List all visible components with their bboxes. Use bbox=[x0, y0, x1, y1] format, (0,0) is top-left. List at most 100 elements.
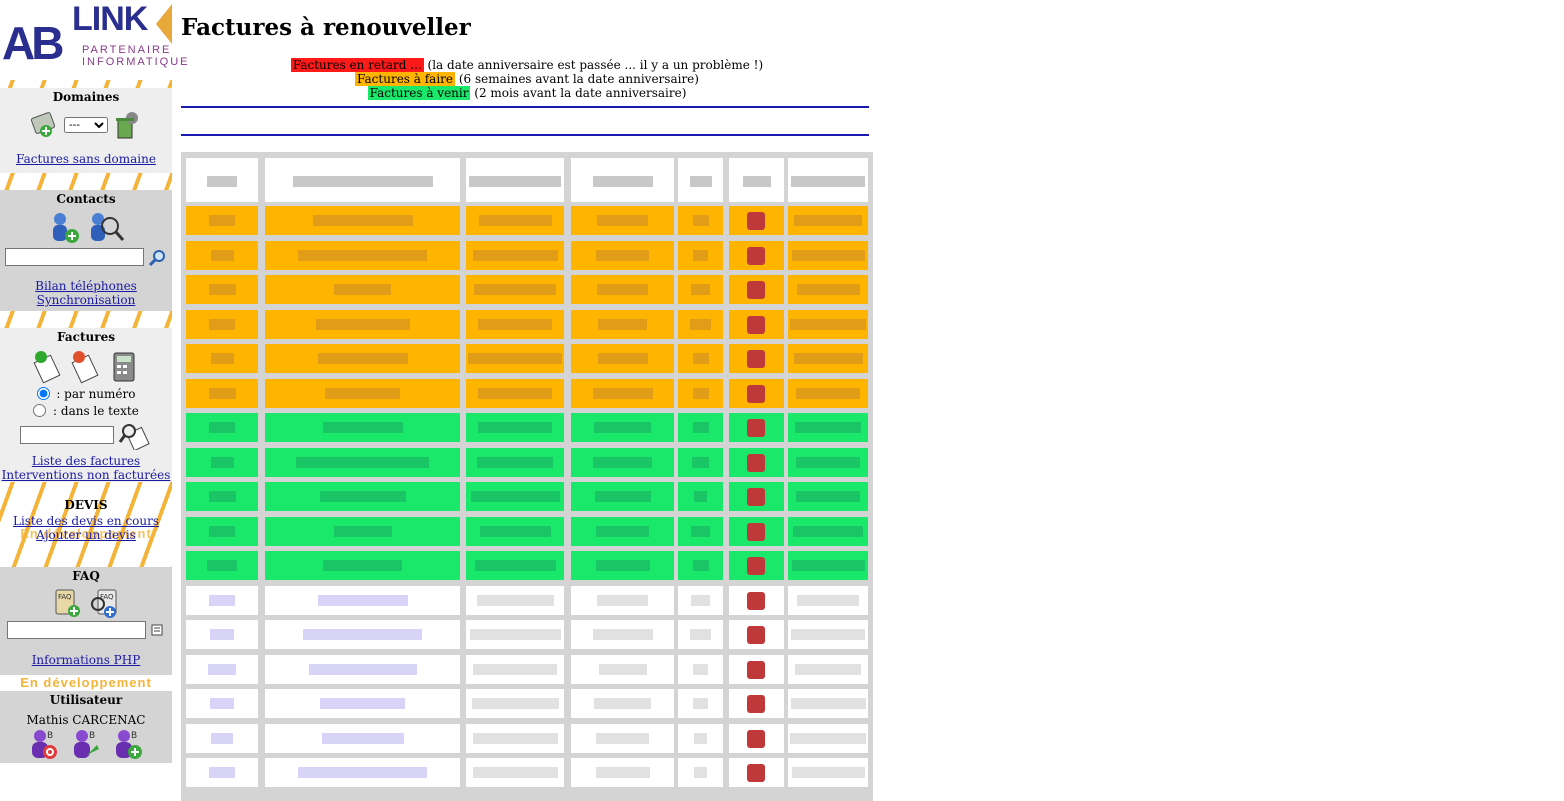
table-row[interactable] bbox=[186, 240, 868, 270]
table-cell[interactable] bbox=[729, 206, 784, 235]
table-cell[interactable] bbox=[729, 275, 784, 304]
redacted-text[interactable] bbox=[298, 767, 427, 778]
user-edit-icon[interactable]: B bbox=[67, 727, 105, 761]
table-cell[interactable] bbox=[729, 585, 784, 615]
invoices-without-domain-link[interactable]: Factures sans domaine bbox=[16, 152, 156, 166]
table-row[interactable] bbox=[186, 413, 868, 442]
logout-icon[interactable]: B bbox=[25, 727, 63, 761]
table-row[interactable] bbox=[186, 206, 868, 235]
faq-search-icon[interactable] bbox=[150, 623, 166, 639]
table-row[interactable] bbox=[186, 723, 868, 753]
table-row[interactable] bbox=[186, 758, 868, 787]
delete-icon[interactable] bbox=[747, 384, 765, 403]
table-row[interactable] bbox=[186, 344, 868, 373]
table-row[interactable] bbox=[186, 689, 868, 718]
unbilled-interventions-link[interactable]: Interventions non facturées bbox=[2, 468, 171, 482]
add-domain-icon[interactable] bbox=[30, 110, 60, 140]
redacted-text[interactable] bbox=[308, 663, 417, 675]
invoice-search-icon[interactable] bbox=[118, 422, 152, 452]
table-row[interactable] bbox=[186, 447, 868, 477]
delete-icon[interactable] bbox=[747, 557, 765, 575]
delete-icon[interactable] bbox=[747, 522, 765, 541]
new-invoice-icon[interactable] bbox=[32, 350, 66, 384]
delete-icon[interactable] bbox=[747, 212, 765, 230]
table-row[interactable] bbox=[186, 516, 868, 546]
phone-report-link[interactable]: Bilan téléphones bbox=[35, 279, 137, 293]
search-icon[interactable] bbox=[148, 249, 168, 267]
table-row[interactable] bbox=[186, 620, 868, 649]
table-cell[interactable] bbox=[729, 516, 784, 546]
delete-icon[interactable] bbox=[747, 488, 765, 506]
delete-icon[interactable] bbox=[747, 660, 765, 679]
delete-icon[interactable] bbox=[747, 695, 765, 713]
add-contact-icon[interactable] bbox=[46, 210, 82, 246]
redacted-text[interactable] bbox=[320, 698, 405, 709]
table-cell[interactable] bbox=[729, 758, 784, 787]
delete-icon[interactable] bbox=[747, 626, 765, 644]
delete-icon[interactable] bbox=[747, 281, 765, 299]
table-row[interactable] bbox=[186, 309, 868, 339]
delete-icon[interactable] bbox=[747, 591, 765, 610]
table-cell[interactable] bbox=[729, 723, 784, 753]
redacted-text[interactable] bbox=[298, 249, 427, 261]
search-faq-icon[interactable]: FAQ bbox=[88, 587, 120, 619]
redacted-text[interactable] bbox=[323, 560, 402, 571]
redacted-text[interactable] bbox=[315, 318, 410, 330]
table-row[interactable] bbox=[186, 378, 868, 408]
redacted-text[interactable] bbox=[325, 387, 400, 399]
redacted-text[interactable] bbox=[322, 422, 403, 433]
redacted-text[interactable] bbox=[319, 491, 406, 502]
add-faq-icon[interactable]: FAQ bbox=[52, 587, 84, 619]
delete-icon[interactable] bbox=[747, 419, 765, 437]
redacted-text[interactable] bbox=[317, 594, 408, 606]
table-cell[interactable] bbox=[729, 620, 784, 649]
table-cell[interactable] bbox=[729, 654, 784, 684]
add-quote-link[interactable]: Ajouter un devis bbox=[36, 528, 136, 542]
synchronisation-link[interactable]: Synchronisation bbox=[37, 293, 136, 307]
redacted-text[interactable] bbox=[334, 284, 391, 295]
calculator-icon[interactable] bbox=[108, 350, 140, 384]
cancel-invoice-icon[interactable] bbox=[70, 350, 104, 384]
radio-in-text[interactable] bbox=[33, 404, 47, 417]
table-cell[interactable] bbox=[729, 378, 784, 408]
table-cell[interactable] bbox=[729, 309, 784, 339]
invoice-search-input[interactable] bbox=[20, 426, 115, 444]
table-cell[interactable] bbox=[729, 344, 784, 373]
redacted-text[interactable] bbox=[333, 525, 392, 537]
redacted-text[interactable] bbox=[296, 456, 429, 468]
redacted-text[interactable] bbox=[317, 353, 408, 364]
delete-icon[interactable] bbox=[747, 729, 765, 748]
search-contact-icon[interactable] bbox=[86, 210, 126, 246]
table-row[interactable] bbox=[186, 551, 868, 580]
redacted-text[interactable] bbox=[312, 215, 413, 226]
radio-in-text-label[interactable]: : dans le texte bbox=[33, 404, 139, 418]
contact-search-input[interactable] bbox=[5, 248, 144, 266]
domain-management-icon[interactable] bbox=[112, 110, 142, 140]
delete-icon[interactable] bbox=[747, 764, 765, 782]
table-cell[interactable] bbox=[729, 240, 784, 270]
table-cell[interactable] bbox=[729, 689, 784, 718]
radio-by-number-label[interactable]: : par numéro bbox=[36, 387, 135, 401]
table-cell[interactable] bbox=[729, 482, 784, 511]
redacted-text[interactable] bbox=[303, 629, 422, 640]
table-row[interactable] bbox=[186, 654, 868, 684]
table-row[interactable] bbox=[186, 585, 868, 615]
table-cell[interactable] bbox=[729, 551, 784, 580]
delete-icon[interactable] bbox=[747, 246, 765, 265]
delete-icon[interactable] bbox=[747, 453, 765, 472]
delete-icon[interactable] bbox=[747, 350, 765, 368]
table-row[interactable] bbox=[186, 482, 868, 511]
add-user-icon[interactable]: B bbox=[109, 727, 147, 761]
delete-icon[interactable] bbox=[747, 315, 765, 334]
open-quotes-link[interactable]: Liste des devis en cours bbox=[13, 514, 159, 528]
table-cell[interactable] bbox=[729, 413, 784, 442]
redacted-text[interactable] bbox=[321, 732, 404, 744]
table-cell[interactable] bbox=[729, 447, 784, 477]
php-info-link[interactable]: Informations PHP bbox=[32, 653, 141, 667]
radio-by-number[interactable] bbox=[36, 387, 50, 400]
faq-search-input[interactable] bbox=[7, 621, 146, 639]
invoice-list-link[interactable]: Liste des factures bbox=[32, 454, 140, 468]
domain-select[interactable]: --- bbox=[64, 117, 108, 133]
ablink-logo[interactable]: AB LINK PARTENAIRE INFORMATIQUE bbox=[0, 0, 188, 80]
table-row[interactable] bbox=[186, 275, 868, 304]
